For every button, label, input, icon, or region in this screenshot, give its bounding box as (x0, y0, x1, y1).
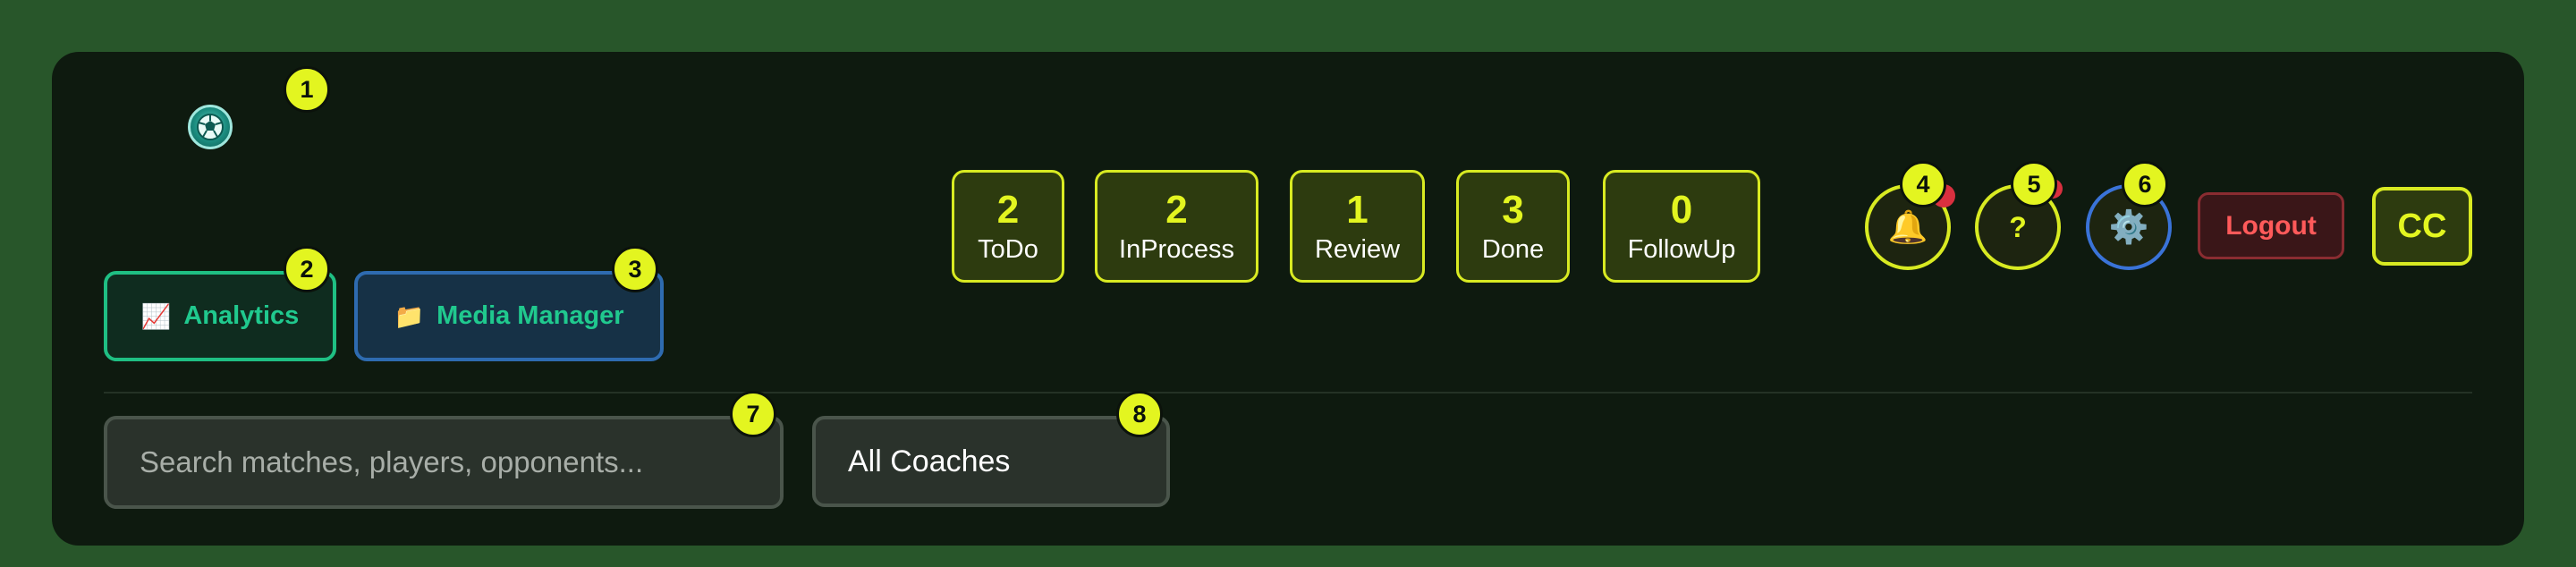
analytics-label: Analytics (183, 301, 300, 330)
user-avatar[interactable]: CC (2372, 187, 2472, 266)
marker-8: 8 (1116, 391, 1163, 437)
stat-label: Review (1314, 234, 1401, 264)
marker-2: 2 (284, 246, 330, 292)
divider (104, 392, 2472, 394)
marker-5: 5 (2011, 161, 2057, 207)
stat-review[interactable]: 1 Review (1290, 170, 1425, 283)
marker-7: 7 (730, 391, 776, 437)
soccer-ball-icon (197, 114, 224, 140)
stat-count: 2 (1165, 187, 1188, 232)
marker-6: 6 (2122, 161, 2168, 207)
stat-label: ToDo (978, 234, 1038, 264)
coach-select[interactable]: All Coaches (812, 416, 1170, 507)
stat-count: 3 (1502, 187, 1524, 232)
stat-followup[interactable]: 0 FollowUp (1603, 170, 1760, 283)
stat-count: 2 (996, 187, 1020, 232)
marker-1: 1 (284, 66, 330, 113)
stat-done[interactable]: 3 Done (1456, 170, 1570, 283)
app-logo[interactable] (188, 105, 233, 149)
stat-label: FollowUp (1627, 234, 1736, 264)
logout-button[interactable]: Logout (2198, 192, 2344, 259)
marker-4: 4 (1900, 161, 1946, 207)
gear-icon: ⚙️ (2108, 208, 2149, 245)
stat-count: 1 (1346, 187, 1368, 232)
search-input[interactable]: Search matches, players, opponents... (104, 416, 784, 509)
stat-label: InProcess (1119, 234, 1234, 264)
stat-todo[interactable]: 2 ToDo (952, 170, 1064, 283)
coach-select-value: All Coaches (848, 444, 1011, 478)
stat-inprocess[interactable]: 2 InProcess (1095, 170, 1258, 283)
search-placeholder: Search matches, players, opponents... (140, 445, 644, 478)
folder-icon: 📁 (394, 302, 425, 330)
bell-icon: 🔔 (1887, 208, 1928, 245)
media-manager-label: Media Manager (436, 301, 624, 330)
marker-3: 3 (612, 246, 658, 292)
chart-icon: 📈 (140, 302, 172, 330)
stat-count: 0 (1670, 187, 1693, 232)
help-icon: ? (2009, 210, 2027, 243)
stat-label: Done (1481, 234, 1545, 264)
